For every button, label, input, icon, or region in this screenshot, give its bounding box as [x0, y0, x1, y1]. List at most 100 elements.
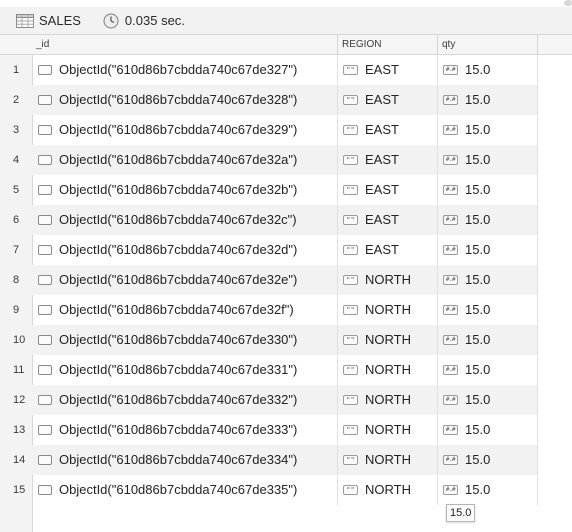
- cell-region[interactable]: "" NORTH: [338, 415, 438, 445]
- row-cells: ObjectId("610d86b7cbdda740c67de333") "" NO…: [32, 415, 538, 445]
- cell-region-value: NORTH: [365, 332, 411, 347]
- cell-id[interactable]: ObjectId("610d86b7cbdda740c67de32c"): [32, 205, 338, 235]
- cell-id-value: ObjectId("610d86b7cbdda740c67de32a"): [59, 152, 298, 167]
- cell-qty[interactable]: #.# 15.0: [438, 295, 538, 325]
- cell-region[interactable]: "" NORTH: [338, 265, 438, 295]
- cell-id[interactable]: ObjectId("610d86b7cbdda740c67de333"): [32, 415, 338, 445]
- objectid-type-icon: [38, 244, 52, 255]
- scrollbar-thumb[interactable]: [564, 0, 572, 6]
- table-row[interactable]: 9 ObjectId("610d86b7cbdda740c67de32f") "" N…: [0, 295, 538, 325]
- string-type-icon: "": [343, 64, 358, 75]
- cell-region[interactable]: "" EAST: [338, 115, 438, 145]
- column-header-id[interactable]: _id: [32, 35, 338, 54]
- objectid-type-icon: [38, 274, 52, 285]
- cell-region[interactable]: "" EAST: [338, 145, 438, 175]
- cell-id[interactable]: ObjectId("610d86b7cbdda740c67de335"): [32, 475, 338, 505]
- cell-region[interactable]: "" NORTH: [338, 355, 438, 385]
- cell-region[interactable]: "" EAST: [338, 55, 438, 85]
- cell-qty[interactable]: #.# 15.0: [438, 145, 538, 175]
- double-type-icon: #.#: [443, 64, 458, 75]
- table-row[interactable]: 8 ObjectId("610d86b7cbdda740c67de32e") "" N…: [0, 265, 538, 295]
- table-row[interactable]: 13 ObjectId("610d86b7cbdda740c67de333") ""…: [0, 415, 538, 445]
- row-number: 13: [13, 424, 26, 436]
- cell-id[interactable]: ObjectId("610d86b7cbdda740c67de327"): [32, 55, 338, 85]
- table-row[interactable]: 2 ObjectId("610d86b7cbdda740c67de328") "" E…: [0, 85, 538, 115]
- cell-qty[interactable]: #.# 15.0: [438, 175, 538, 205]
- table-row[interactable]: 12 ObjectId("610d86b7cbdda740c67de332") ""…: [0, 385, 538, 415]
- cell-region-value: EAST: [365, 62, 399, 77]
- cell-qty[interactable]: #.# 15.0: [438, 325, 538, 355]
- cell-id-value: ObjectId("610d86b7cbdda740c67de327"): [59, 62, 298, 77]
- cell-qty-value: 15.0: [465, 92, 491, 107]
- cell-id[interactable]: ObjectId("610d86b7cbdda740c67de32f"): [32, 295, 338, 325]
- cell-qty[interactable]: #.# 15.0: [438, 355, 538, 385]
- cell-id-value: ObjectId("610d86b7cbdda740c67de329"): [59, 122, 298, 137]
- double-type-icon: #.#: [443, 484, 458, 495]
- row-cells: ObjectId("610d86b7cbdda740c67de330") "" NO…: [32, 325, 538, 355]
- cell-region[interactable]: "" NORTH: [338, 385, 438, 415]
- cell-qty[interactable]: #.# 15.0: [438, 415, 538, 445]
- table-row[interactable]: 14 ObjectId("610d86b7cbdda740c67de334") ""…: [0, 445, 538, 475]
- cell-qty[interactable]: #.# 15.0: [438, 445, 538, 475]
- cell-id[interactable]: ObjectId("610d86b7cbdda740c67de32e"): [32, 265, 338, 295]
- cell-region-value: NORTH: [365, 422, 411, 437]
- table-row[interactable]: 1 ObjectId("610d86b7cbdda740c67de327") "" E…: [0, 55, 538, 85]
- cell-region[interactable]: "" EAST: [338, 175, 438, 205]
- cell-region[interactable]: "" NORTH: [338, 325, 438, 355]
- cell-id[interactable]: ObjectId("610d86b7cbdda740c67de32b"): [32, 175, 338, 205]
- cell-qty[interactable]: #.# 15.0: [438, 55, 538, 85]
- string-type-icon: "": [343, 334, 358, 345]
- table-row[interactable]: 7 ObjectId("610d86b7cbdda740c67de32d") "" E…: [0, 235, 538, 265]
- cell-qty[interactable]: #.# 15.0: [438, 205, 538, 235]
- cell-id[interactable]: ObjectId("610d86b7cbdda740c67de334"): [32, 445, 338, 475]
- row-number: 14: [13, 454, 26, 466]
- cell-id[interactable]: ObjectId("610d86b7cbdda740c67de331"): [32, 355, 338, 385]
- table-row[interactable]: 4 ObjectId("610d86b7cbdda740c67de32a") "" E…: [0, 145, 538, 175]
- table-row[interactable]: 11 ObjectId("610d86b7cbdda740c67de331") ""…: [0, 355, 538, 385]
- cell-id[interactable]: ObjectId("610d86b7cbdda740c67de332"): [32, 385, 338, 415]
- cell-region[interactable]: "" EAST: [338, 235, 438, 265]
- row-number: 11: [13, 364, 25, 376]
- cell-qty[interactable]: #.# 15.0: [438, 475, 538, 505]
- cell-id[interactable]: ObjectId("610d86b7cbdda740c67de329"): [32, 115, 338, 145]
- column-header-region[interactable]: REGION: [338, 35, 438, 54]
- table-row[interactable]: 5 ObjectId("610d86b7cbdda740c67de32b") "" E…: [0, 175, 538, 205]
- row-number: 7: [13, 244, 20, 256]
- cell-qty[interactable]: #.# 15.0: [438, 85, 538, 115]
- cell-region[interactable]: "" NORTH: [338, 445, 438, 475]
- row-number: 2: [13, 94, 20, 106]
- row-number: 6: [13, 214, 20, 226]
- cell-qty[interactable]: #.# 15.0: [438, 385, 538, 415]
- cell-region-value: EAST: [365, 122, 399, 137]
- cell-qty-value: 15.0: [465, 362, 491, 377]
- cell-id-value: ObjectId("610d86b7cbdda740c67de334"): [59, 452, 298, 467]
- cell-qty-value: 15.0: [465, 152, 491, 167]
- double-type-icon: #.#: [443, 304, 458, 315]
- table-row[interactable]: 3 ObjectId("610d86b7cbdda740c67de329") "" E…: [0, 115, 538, 145]
- cell-id[interactable]: ObjectId("610d86b7cbdda740c67de330"): [32, 325, 338, 355]
- string-type-icon: "": [343, 94, 358, 105]
- cell-region[interactable]: "" NORTH: [338, 295, 438, 325]
- cell-qty[interactable]: #.# 15.0: [438, 265, 538, 295]
- objectid-type-icon: [38, 454, 52, 465]
- table-row[interactable]: 10 ObjectId("610d86b7cbdda740c67de330") ""…: [0, 325, 538, 355]
- cell-qty-value: 15.0: [465, 452, 491, 467]
- cell-id-value: ObjectId("610d86b7cbdda740c67de333"): [59, 422, 298, 437]
- table-row[interactable]: 15 ObjectId("610d86b7cbdda740c67de335") ""…: [0, 475, 538, 505]
- objectid-type-icon: [38, 214, 52, 225]
- cell-region-value: EAST: [365, 212, 399, 227]
- row-number: 10: [13, 334, 26, 346]
- table-row[interactable]: 6 ObjectId("610d86b7cbdda740c67de32c") "" E…: [0, 205, 538, 235]
- cell-qty[interactable]: #.# 15.0: [438, 115, 538, 145]
- objectid-type-icon: [38, 334, 52, 345]
- row-cells: ObjectId("610d86b7cbdda740c67de32d") "" EA…: [32, 235, 538, 265]
- column-header-qty[interactable]: qty: [438, 35, 538, 54]
- cell-qty[interactable]: #.# 15.0: [438, 235, 538, 265]
- string-type-icon: "": [343, 364, 358, 375]
- cell-region[interactable]: "" NORTH: [338, 475, 438, 505]
- cell-id[interactable]: ObjectId("610d86b7cbdda740c67de32d"): [32, 235, 338, 265]
- cell-id[interactable]: ObjectId("610d86b7cbdda740c67de32a"): [32, 145, 338, 175]
- cell-id[interactable]: ObjectId("610d86b7cbdda740c67de328"): [32, 85, 338, 115]
- cell-region[interactable]: "" EAST: [338, 205, 438, 235]
- cell-region[interactable]: "" EAST: [338, 85, 438, 115]
